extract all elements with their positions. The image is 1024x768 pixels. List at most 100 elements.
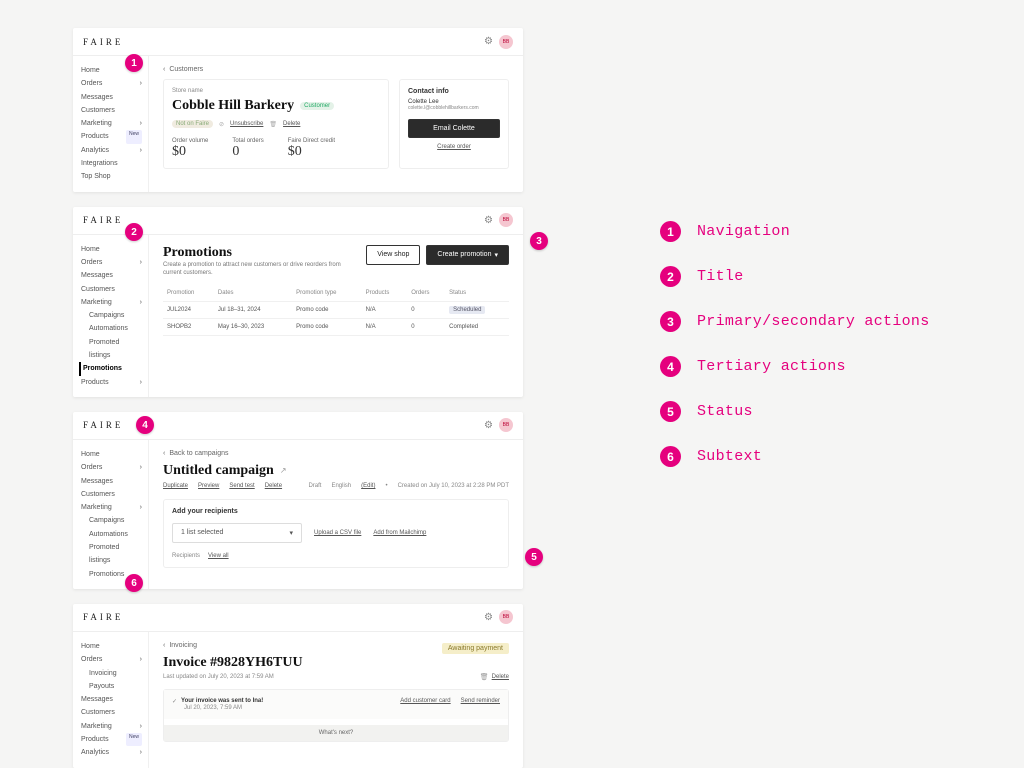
external-link-icon[interactable]: ↗ [280, 466, 287, 475]
trash-icon: 🗑 [269, 121, 277, 128]
upload-csv-link[interactable]: Upload a CSV file [314, 530, 361, 536]
delete-action[interactable]: Delete [265, 483, 282, 489]
settings-icon[interactable]: ⚙ [484, 420, 493, 431]
sidebar-item[interactable]: Orders› [81, 653, 148, 666]
sidebar-item[interactable]: Campaigns [81, 514, 148, 527]
brand-logo[interactable]: FAIRE [83, 612, 123, 622]
sidebar-item[interactable]: Campaigns [81, 309, 148, 322]
settings-icon[interactable]: ⚙ [484, 215, 493, 226]
sidebar-item[interactable]: Messages [81, 91, 148, 104]
marker-3: 3 [530, 232, 548, 250]
sidebar-item[interactable]: Customers [81, 104, 148, 117]
mailchimp-link[interactable]: Add from Mailchimp [373, 530, 426, 536]
preview-action[interactable]: Preview [198, 483, 219, 489]
delete-link[interactable]: Delete [283, 121, 300, 127]
legend-label: Navigation [697, 223, 790, 240]
settings-icon[interactable]: ⚙ [484, 36, 493, 47]
view-shop-button[interactable]: View shop [366, 245, 420, 265]
legend-num: 2 [660, 266, 681, 287]
marker-1: 1 [125, 54, 143, 72]
create-promotion-button[interactable]: Create promotion▾ [426, 245, 509, 265]
unsubscribe-link[interactable]: Unsubscribe [230, 121, 263, 127]
breadcrumb[interactable]: ‹Customers [163, 66, 509, 73]
legend-label: Title [697, 268, 744, 285]
legend-label: Primary/secondary actions [697, 313, 930, 330]
sidebar-item[interactable]: Messages [81, 693, 148, 706]
legend-num: 3 [660, 311, 681, 332]
promotions-table: PromotionDatesPromotion typeProductsOrde… [163, 285, 509, 336]
contact-header: Contact info [408, 88, 500, 95]
recipients-label: Recipients [172, 553, 200, 559]
avatar[interactable]: BB [499, 213, 513, 227]
legend: 1Navigation 2Title 3Primary/secondary ac… [660, 221, 930, 467]
legend-num: 4 [660, 356, 681, 377]
sidebar-item[interactable]: Orders› [81, 461, 148, 474]
sidebar-item[interactable]: Customers [81, 488, 148, 501]
sidebar-item[interactable]: Promoted listings [81, 336, 148, 363]
sidebar-item[interactable]: Customers [81, 706, 148, 719]
stat-value: 0 [232, 144, 263, 160]
create-order-link[interactable]: Create order [408, 144, 500, 150]
send-test-action[interactable]: Send test [229, 483, 254, 489]
avatar[interactable]: BB [499, 610, 513, 624]
sidebar-item[interactable]: Messages [81, 475, 148, 488]
page-subtext: Last updated on July 20, 2023 at 7:59 AM [163, 674, 274, 680]
sidebar-item[interactable]: Marketing› [81, 720, 148, 733]
table-row[interactable]: JUL2024Jul 18–31, 2024Promo codeN/A0Sche… [163, 302, 509, 319]
sidebar-item[interactable]: Messages [81, 269, 148, 282]
panel-invoice: FAIRE⚙BB Home Orders› Invoicing Payouts … [73, 604, 523, 768]
delete-link[interactable]: Delete [492, 674, 509, 680]
sidebar-item[interactable]: Top Shop [81, 170, 148, 183]
page-title: Invoice #9828YH6TUU [163, 655, 509, 671]
brand-logo[interactable]: FAIRE [83, 37, 123, 47]
breadcrumb[interactable]: ‹Invoicing [163, 642, 197, 649]
settings-icon[interactable]: ⚙ [484, 612, 493, 623]
status-badge: Customer [300, 102, 334, 110]
breadcrumb[interactable]: ‹Back to campaigns [163, 450, 509, 457]
legend-label: Tertiary actions [697, 358, 846, 375]
avatar[interactable]: BB [499, 35, 513, 49]
notice-title: Your invoice was sent to Ina! [181, 698, 263, 704]
sidebar-item[interactable]: Home [81, 243, 148, 256]
sidebar-item[interactable]: Customers [81, 283, 148, 296]
sidebar-item[interactable]: Home [81, 448, 148, 461]
brand-logo[interactable]: FAIRE [83, 215, 123, 225]
sidebar-item[interactable]: Automations [81, 322, 148, 335]
stat-value: $0 [288, 144, 335, 160]
status-badge: Not on Faire [172, 120, 213, 128]
brand-logo[interactable]: FAIRE [83, 420, 123, 430]
section-header: Add your recipients [172, 508, 500, 515]
marker-6: 6 [125, 574, 143, 592]
recipient-select[interactable]: 1 list selected▾ [172, 523, 302, 543]
sidebar-item[interactable]: Marketing› [81, 501, 148, 514]
table-row[interactable]: SHOPB2May 16–30, 2023Promo codeN/A0Compl… [163, 319, 509, 336]
sidebar-item[interactable]: Analytics› [81, 144, 148, 157]
sidebar-item[interactable]: Promotions [79, 362, 148, 375]
trash-icon: 🗑 [480, 673, 489, 681]
sidebar-item[interactable]: Promoted listings [81, 541, 148, 568]
send-reminder-link[interactable]: Send reminder [461, 698, 500, 704]
edit-lang[interactable]: (Edit) [361, 483, 375, 489]
duplicate-action[interactable]: Duplicate [163, 483, 188, 489]
sidebar-item[interactable]: Products› [81, 376, 148, 389]
draft-status: Draft [308, 483, 321, 489]
sidebar: Home Orders› Messages Customers Marketin… [73, 56, 148, 192]
add-card-link[interactable]: Add customer card [400, 698, 450, 704]
sidebar-item[interactable]: Analytics› [81, 746, 148, 759]
sidebar-item[interactable]: Marketing› [81, 296, 148, 309]
sidebar-item[interactable]: ProductsNew [81, 130, 148, 143]
avatar[interactable]: BB [499, 418, 513, 432]
sidebar-item[interactable]: ProductsNew [81, 733, 148, 746]
sidebar-item[interactable]: Invoicing [81, 667, 148, 680]
sidebar-item[interactable]: Automations [81, 528, 148, 541]
sidebar-item[interactable]: Orders› [81, 256, 148, 269]
sidebar-item[interactable]: Home [81, 640, 148, 653]
sidebar-item[interactable]: Integrations [81, 157, 148, 170]
status-badge: Awaiting payment [442, 643, 509, 654]
view-all-link[interactable]: View all [208, 553, 229, 559]
panel-customer-detail: FAIRE ⚙ BB Home Orders› Messages Custome… [73, 28, 523, 192]
sidebar-item[interactable]: Marketing› [81, 117, 148, 130]
sidebar-item[interactable]: Orders› [81, 77, 148, 90]
chevron-down-icon: ▾ [494, 251, 498, 259]
email-button[interactable]: Email Colette [408, 119, 500, 138]
